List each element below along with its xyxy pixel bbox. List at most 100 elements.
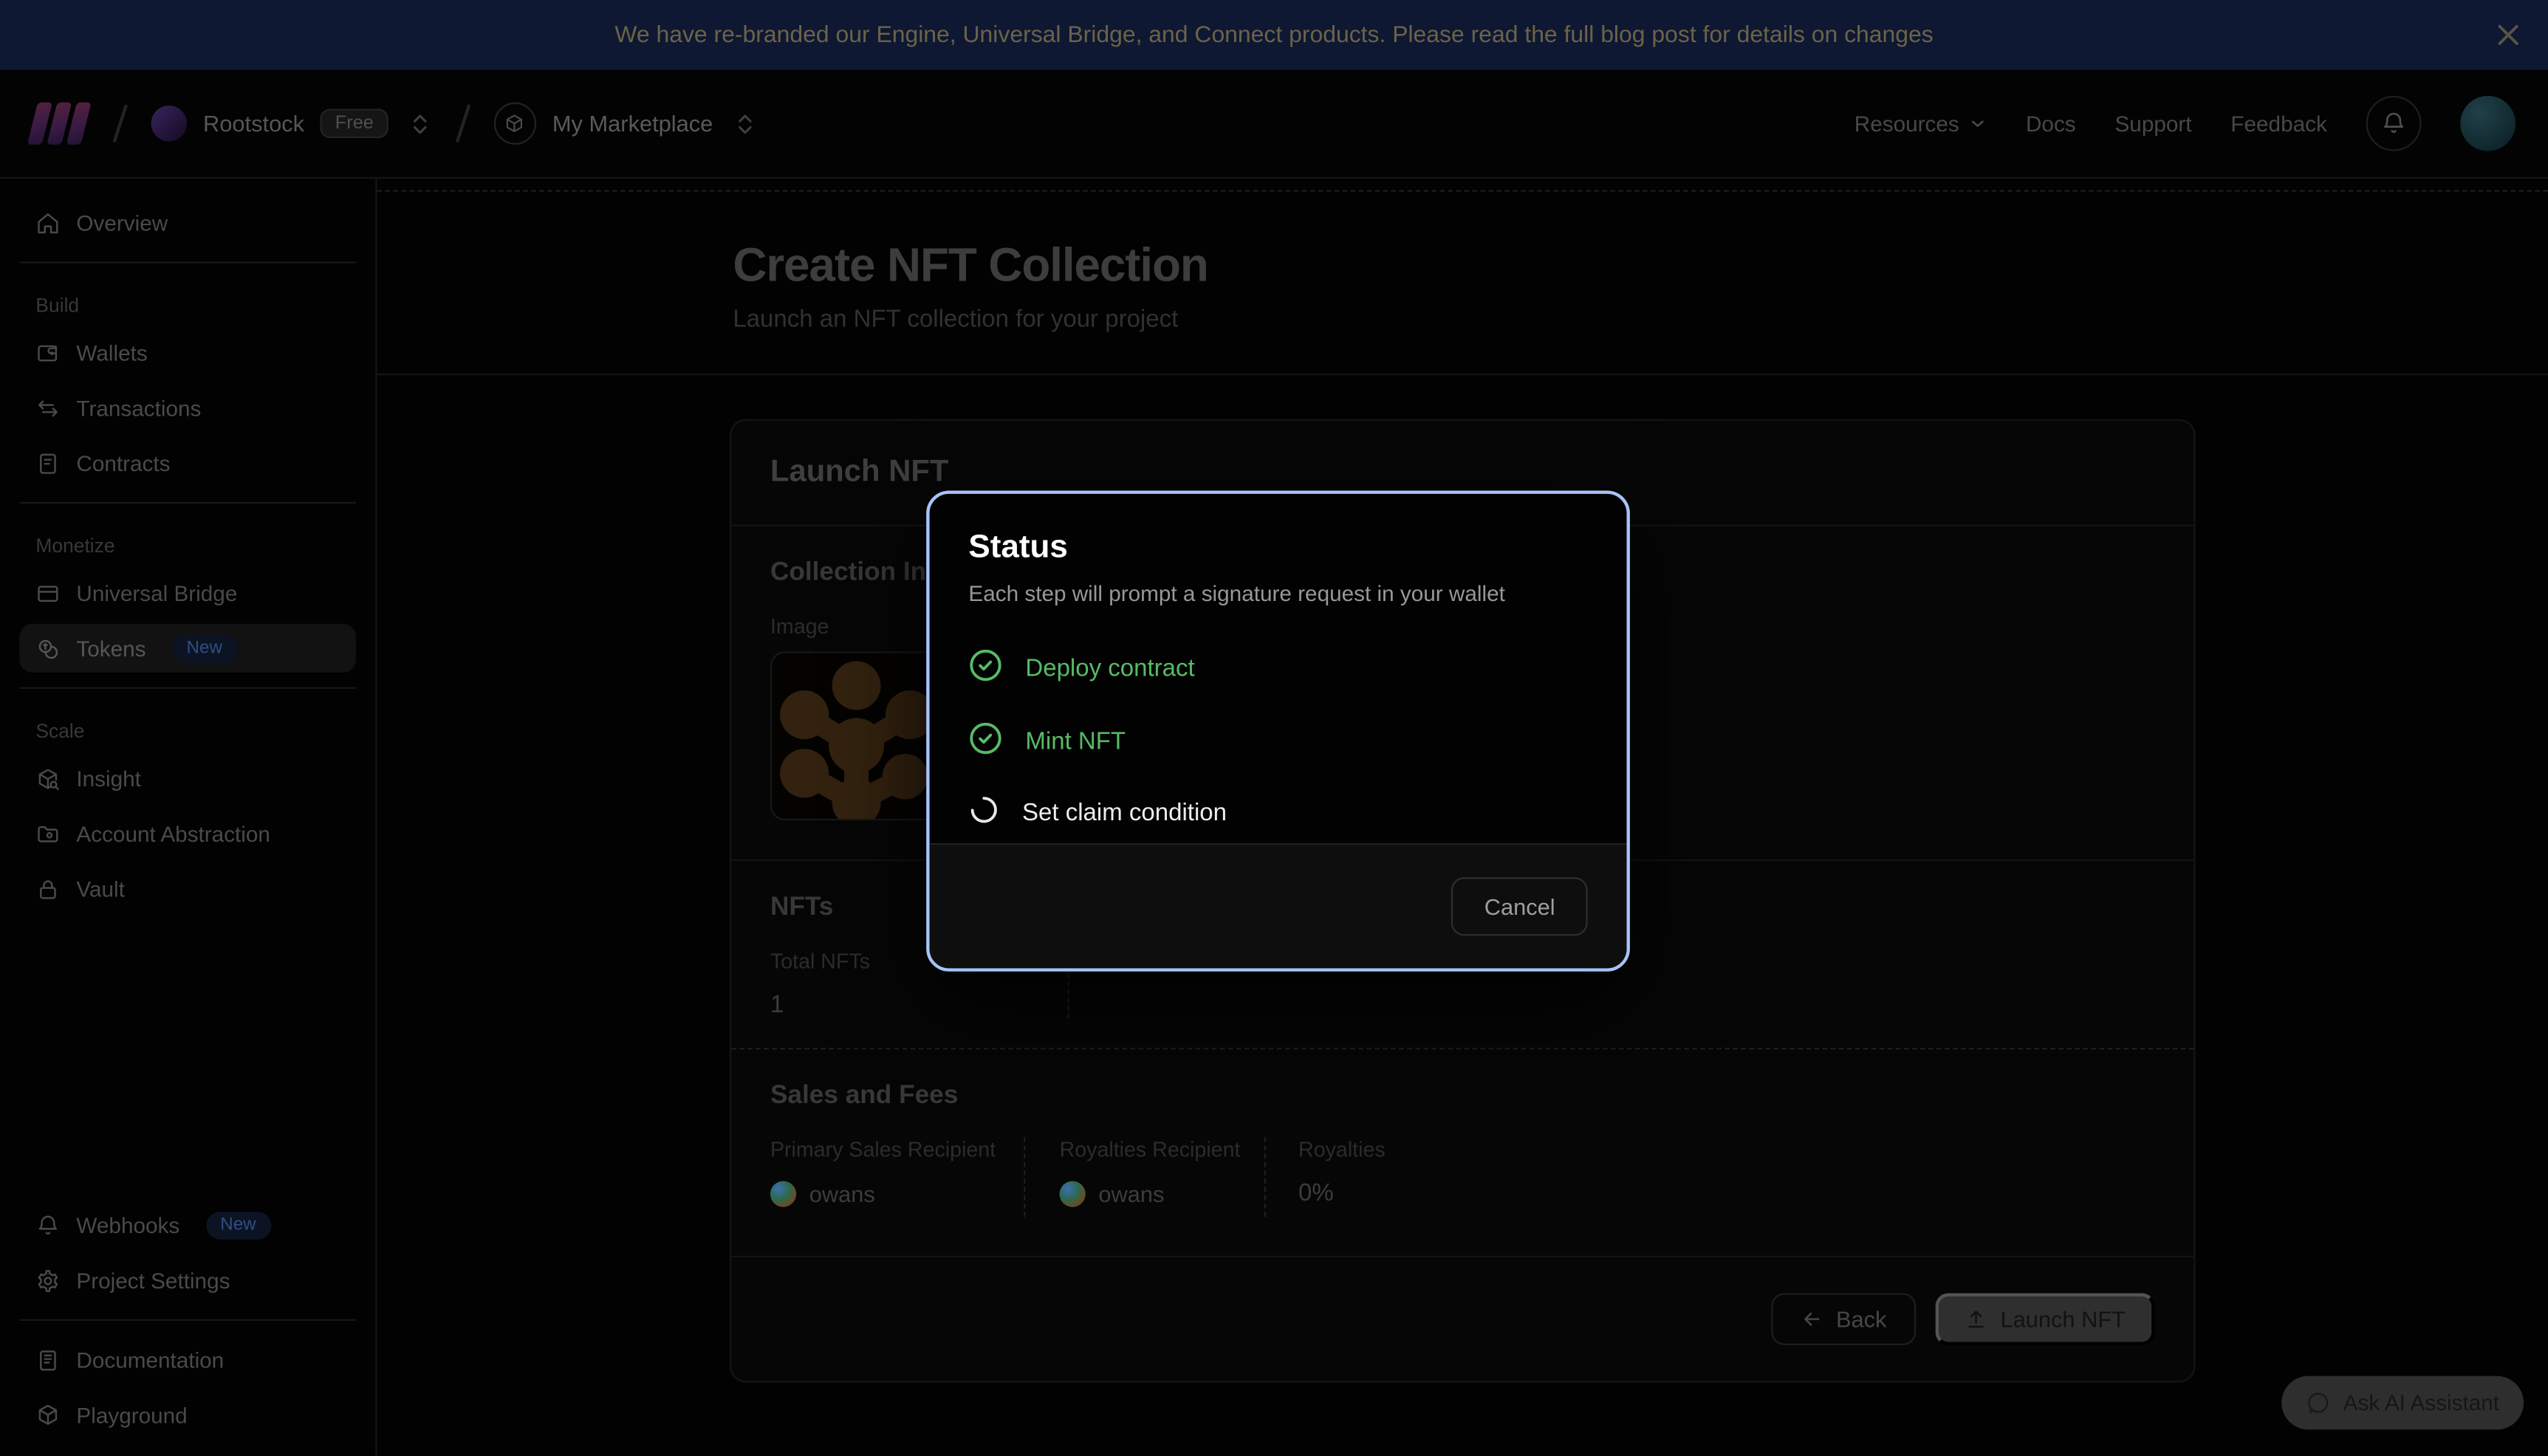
- ask-ai-assistant-button[interactable]: Ask AI Assistant: [2281, 1376, 2524, 1430]
- sidebar-item-label: Transactions: [76, 396, 201, 420]
- total-nfts-value: 1: [770, 991, 1035, 1018]
- team-switcher-chevrons-icon[interactable]: [408, 111, 432, 136]
- sidebar-item-tokens[interactable]: Tokens New: [19, 624, 355, 673]
- step-label: Mint NFT: [1025, 728, 1126, 755]
- modal-subtitle: Each step will prompt a signature reques…: [968, 582, 1587, 606]
- sales-fees-heading: Sales and Fees: [770, 1082, 2155, 1111]
- arrow-left-icon: [1801, 1308, 1823, 1330]
- modal-title: Status: [968, 529, 1587, 567]
- lock-icon: [35, 876, 60, 901]
- sidebar-item-label: Vault: [76, 876, 125, 901]
- step-deploy-contract: Deploy contract: [968, 648, 1587, 689]
- divider: [19, 687, 355, 689]
- sidebar-item-insight[interactable]: Insight: [19, 754, 355, 803]
- nav-docs[interactable]: Docs: [2026, 111, 2076, 136]
- sidebar-item-contracts[interactable]: Contracts: [19, 439, 355, 487]
- box-search-icon: [35, 766, 60, 790]
- step-mint-nft: Mint NFT: [968, 721, 1587, 762]
- sidebar-item-label: Webhooks: [76, 1213, 179, 1237]
- sidebar-item-universal-bridge[interactable]: Universal Bridge: [19, 569, 355, 617]
- folder-icon: [35, 821, 60, 845]
- sidebar-item-label: Playground: [76, 1403, 187, 1427]
- announcement-banner: We have re-branded our Engine, Universal…: [0, 0, 2548, 70]
- thirdweb-logo-icon[interactable]: [32, 103, 86, 145]
- modal-footer: Cancel: [930, 843, 1627, 968]
- sidebar-item-transactions[interactable]: Transactions: [19, 383, 355, 432]
- launch-nft-button[interactable]: Launch NFT: [1935, 1293, 2154, 1345]
- cube-icon: [35, 1403, 60, 1427]
- modal-steps: Deploy contract Mint NFT: [968, 648, 1587, 832]
- breadcrumb-slash: [456, 104, 471, 142]
- page-subtitle: Launch an NFT collection for your projec…: [733, 306, 2548, 333]
- recipient-avatar: [1060, 1181, 1086, 1207]
- nav-support[interactable]: Support: [2114, 111, 2191, 136]
- divider: [19, 1319, 355, 1321]
- divider: [377, 374, 2548, 375]
- check-circle-icon: [968, 648, 1002, 689]
- sidebar-bottom-group: Webhooks New Project Settings Documentat…: [19, 1201, 355, 1439]
- sidebar-item-label: Project Settings: [76, 1268, 230, 1292]
- coins-icon: [35, 636, 60, 660]
- home-icon: [35, 210, 60, 235]
- project-cube-icon: [494, 103, 536, 145]
- chevron-down-icon: [1967, 114, 1987, 133]
- sidebar-section-build: Build: [35, 294, 339, 317]
- royalties-label: Royalties: [1298, 1137, 1386, 1161]
- team-name[interactable]: Rootstock: [203, 111, 304, 137]
- nav-resources[interactable]: Resources: [1855, 111, 1987, 136]
- sidebar-item-account-abstraction[interactable]: Account Abstraction: [19, 809, 355, 858]
- sidebar: Overview Build Wallets Transactions Cont…: [0, 179, 377, 1455]
- step-label: Deploy contract: [1025, 655, 1194, 682]
- back-button[interactable]: Back: [1771, 1293, 1916, 1345]
- book-icon: [35, 1347, 60, 1372]
- bridge-card-icon: [35, 581, 60, 605]
- sidebar-item-label: Account Abstraction: [76, 821, 270, 845]
- breadcrumb-slash: [113, 104, 129, 142]
- gear-icon: [35, 1268, 60, 1292]
- sidebar-item-project-settings[interactable]: Project Settings: [19, 1256, 355, 1305]
- primary-sales-recipient: owans: [770, 1181, 1024, 1207]
- recipient-avatar: [770, 1181, 796, 1207]
- project-name[interactable]: My Marketplace: [552, 111, 713, 137]
- sidebar-item-documentation[interactable]: Documentation: [19, 1336, 355, 1384]
- upload-icon: [1965, 1308, 1987, 1330]
- check-circle-icon: [968, 721, 1002, 762]
- sidebar-item-wallets[interactable]: Wallets: [19, 328, 355, 377]
- wallet-icon: [35, 340, 60, 365]
- divider: [19, 502, 355, 504]
- new-badge: New: [172, 634, 237, 662]
- bell-icon: [35, 1213, 60, 1237]
- sidebar-item-label: Wallets: [76, 340, 147, 365]
- royalties-value: 0%: [1298, 1179, 1386, 1206]
- project-switcher-chevrons-icon[interactable]: [733, 111, 757, 136]
- team-avatar: [151, 106, 187, 141]
- status-modal: Status Each step will prompt a signature…: [926, 490, 1630, 971]
- contract-doc-icon: [35, 451, 60, 475]
- close-icon[interactable]: [2490, 17, 2525, 52]
- announcement-text: We have re-branded our Engine, Universal…: [614, 22, 1933, 48]
- page-title: Create NFT Collection: [733, 241, 2548, 295]
- cancel-button[interactable]: Cancel: [1452, 877, 1588, 935]
- nav-feedback[interactable]: Feedback: [2230, 111, 2326, 136]
- chat-bubble-icon: [2306, 1390, 2330, 1415]
- primary-sales-recipient-label: Primary Sales Recipient: [770, 1137, 1024, 1161]
- sidebar-item-vault[interactable]: Vault: [19, 865, 355, 913]
- plan-badge: Free: [321, 109, 388, 138]
- sales-fees-section: Sales and Fees Primary Sales Recipient o…: [731, 1049, 2193, 1257]
- sidebar-item-webhooks[interactable]: Webhooks New: [19, 1201, 355, 1249]
- arrows-swap-icon: [35, 396, 60, 420]
- step-label: Set claim condition: [1022, 800, 1227, 827]
- sidebar-item-overview[interactable]: Overview: [19, 198, 355, 247]
- sidebar-section-monetize: Monetize: [35, 535, 339, 557]
- royalties-recipient-label: Royalties Recipient: [1060, 1137, 1264, 1161]
- new-badge: New: [205, 1211, 270, 1238]
- notifications-button[interactable]: [2366, 96, 2422, 151]
- step-set-claim-condition: Set claim condition: [968, 794, 1587, 832]
- card-footer: Back Launch NFT: [731, 1257, 2193, 1381]
- sidebar-item-playground[interactable]: Playground: [19, 1390, 355, 1439]
- sidebar-item-label: Documentation: [76, 1347, 224, 1372]
- royalties-recipient-value: owans: [1098, 1181, 1164, 1207]
- divider: [19, 261, 355, 263]
- user-avatar[interactable]: [2460, 96, 2516, 151]
- sidebar-item-label: Universal Bridge: [76, 581, 237, 605]
